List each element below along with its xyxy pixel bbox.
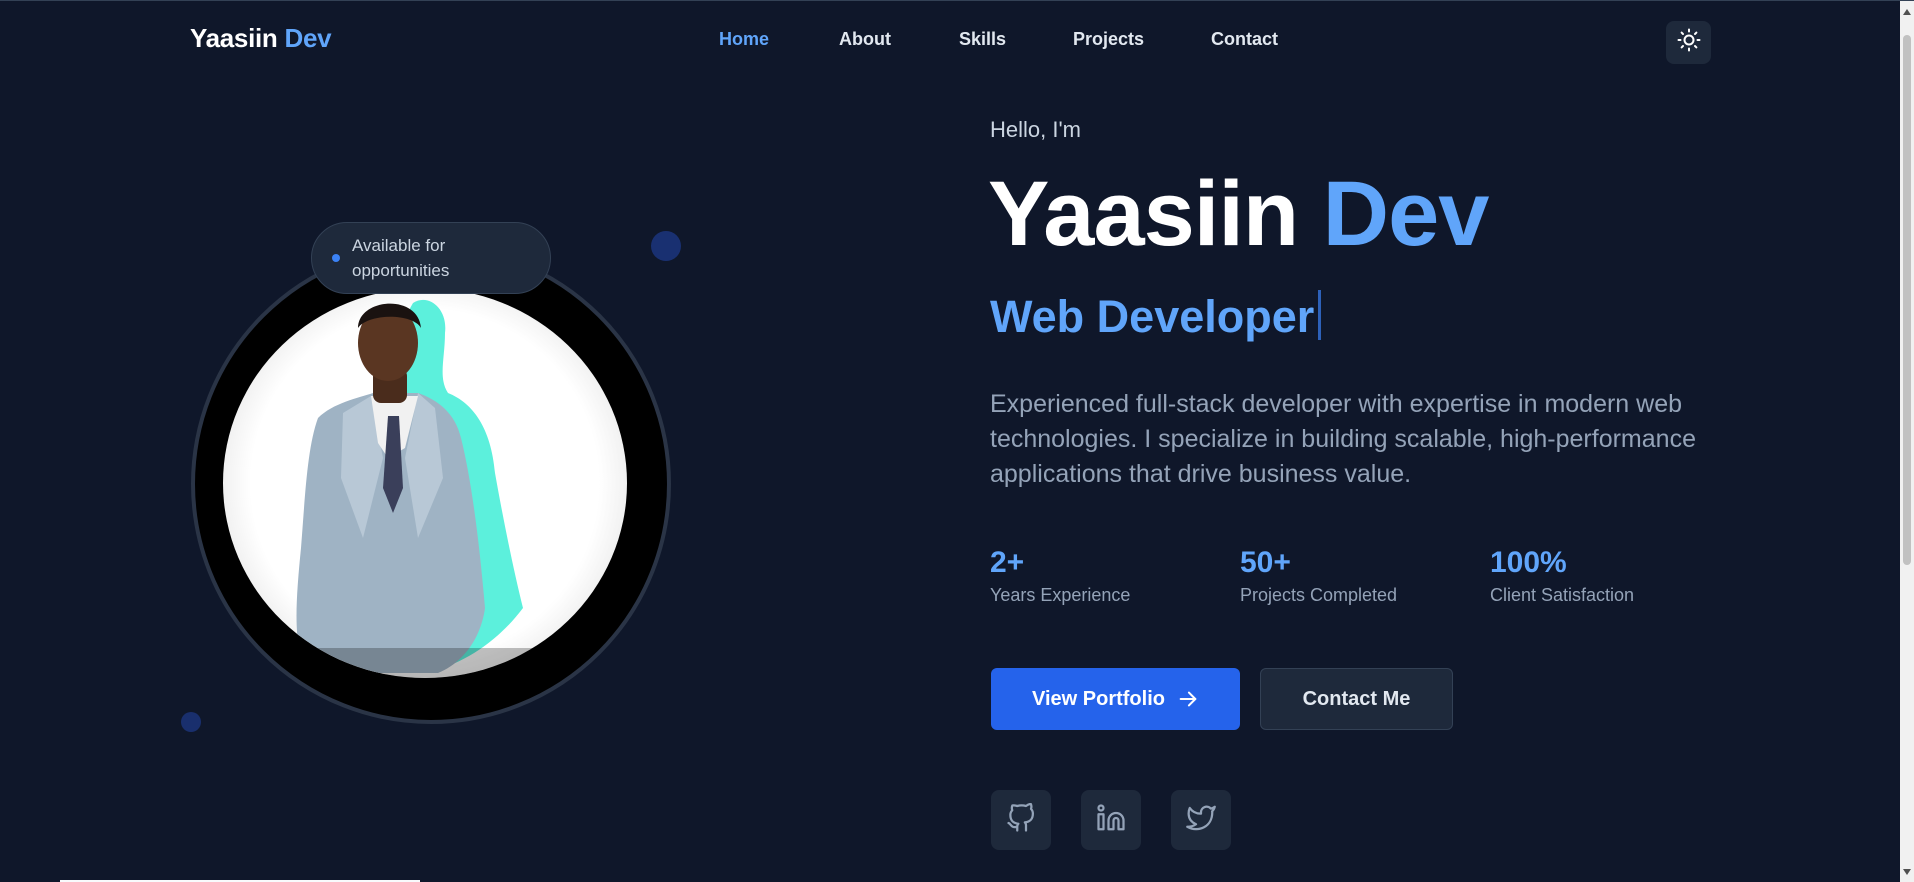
page: Yaasiin Dev Home About Skills Projects C… bbox=[0, 0, 1914, 882]
hero-title: Yaasiin Dev bbox=[988, 159, 1490, 269]
hero-description: Experienced full-stack developer with ex… bbox=[990, 390, 1696, 488]
view-portfolio-label: View Portfolio bbox=[1032, 687, 1165, 710]
contact-me-label: Contact Me bbox=[1302, 687, 1411, 710]
hero-name: Yaasiin bbox=[988, 163, 1299, 265]
theme-toggle-button[interactable] bbox=[1666, 21, 1711, 64]
stat-experience: 2+ Years Experience bbox=[990, 543, 1130, 607]
scroll-down-arrow-icon[interactable] bbox=[1903, 869, 1911, 875]
hero-role: Web Developer bbox=[990, 289, 1322, 345]
vertical-scrollbar[interactable] bbox=[1900, 1, 1914, 882]
stat-projects: 50+ Projects Completed bbox=[1240, 543, 1397, 607]
typing-caret bbox=[1318, 290, 1322, 340]
github-icon bbox=[1006, 802, 1036, 838]
scrollbar-thumb[interactable] bbox=[1903, 35, 1911, 565]
profile-photo bbox=[223, 288, 627, 678]
stat-label: Projects Completed bbox=[1240, 585, 1398, 605]
sun-icon bbox=[1677, 28, 1701, 57]
stat-value: 100% bbox=[1490, 546, 1567, 579]
twitter-icon bbox=[1186, 803, 1216, 838]
stat-label: Years Experience bbox=[990, 585, 1131, 605]
stat-satisfaction: 100% Client Satisfaction bbox=[1490, 543, 1634, 607]
stat-value: 50+ bbox=[1240, 546, 1291, 579]
decorative-circle bbox=[181, 712, 201, 732]
hero-greeting: Hello, I'm bbox=[990, 117, 1081, 142]
linkedin-icon bbox=[1096, 803, 1126, 838]
availability-text: Available for opportunities bbox=[352, 236, 450, 280]
role-text: Web Developer bbox=[990, 291, 1315, 342]
nav-link-projects[interactable]: Projects bbox=[1073, 29, 1144, 50]
nav-link-skills[interactable]: Skills bbox=[959, 29, 1006, 50]
scroll-up-arrow-icon[interactable] bbox=[1903, 9, 1911, 15]
status-dot bbox=[332, 254, 340, 262]
twitter-link[interactable] bbox=[1171, 790, 1231, 850]
contact-me-button[interactable]: Contact Me bbox=[1260, 668, 1453, 730]
github-link[interactable] bbox=[991, 790, 1051, 850]
nav-link-home[interactable]: Home bbox=[719, 29, 769, 50]
decorative-circle bbox=[651, 231, 681, 261]
stat-value: 2+ bbox=[990, 546, 1025, 579]
main-nav: Home About Skills Projects Contact bbox=[0, 29, 1914, 57]
hero-name-accent: Dev bbox=[1322, 163, 1490, 265]
nav-link-contact[interactable]: Contact bbox=[1211, 29, 1278, 50]
arrow-right-icon bbox=[1177, 688, 1199, 710]
nav-link-about[interactable]: About bbox=[839, 29, 891, 50]
stat-label: Client Satisfaction bbox=[1490, 585, 1635, 605]
availability-badge: Available for opportunities bbox=[311, 222, 551, 294]
view-portfolio-button[interactable]: View Portfolio bbox=[991, 668, 1240, 730]
linkedin-link[interactable] bbox=[1081, 790, 1141, 850]
